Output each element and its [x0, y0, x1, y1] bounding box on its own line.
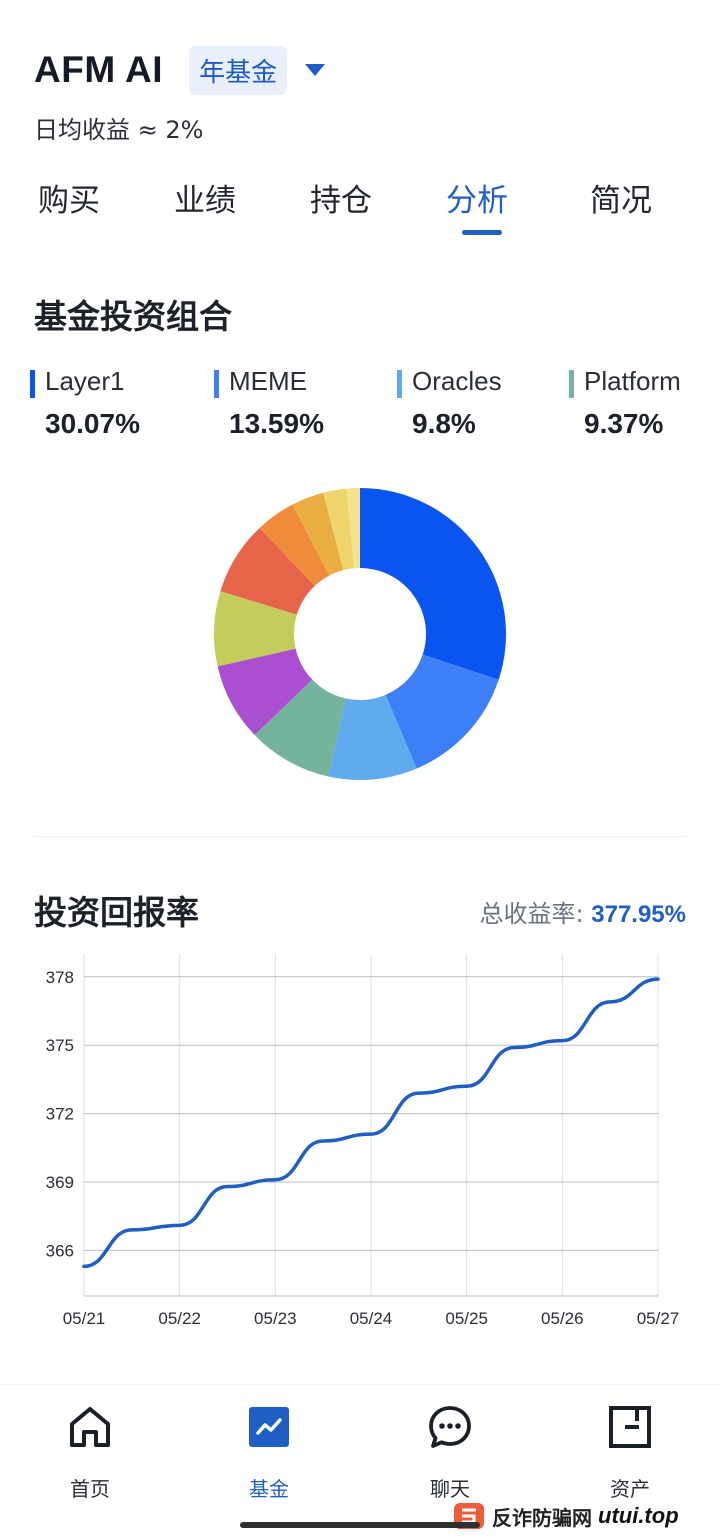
legend-label: MEME: [229, 366, 307, 396]
fund-type-selector[interactable]: 年基金: [189, 45, 288, 95]
legend-color-swatch: [30, 370, 35, 398]
tab-analysis[interactable]: 分析: [446, 176, 508, 236]
total-return-label: 总收益率:: [479, 900, 592, 928]
y-tick-label: 366: [46, 1241, 74, 1260]
watermark: 反诈防骗网 utui.top: [452, 1498, 679, 1534]
total-return-value: 377.95%: [591, 901, 686, 928]
home-icon: [70, 1407, 110, 1447]
y-tick-label: 378: [46, 968, 74, 987]
tab-overview[interactable]: 简况: [590, 176, 652, 236]
x-tick-label: 05/26: [541, 1309, 584, 1328]
legend-label: Platform: [584, 366, 681, 396]
portfolio-donut-chart: [213, 488, 506, 780]
daily-return-subtitle: 日均收益 ≈ 2%: [34, 116, 204, 144]
legend-color-swatch: [214, 370, 219, 398]
y-tick-label: 369: [46, 1173, 74, 1192]
legend-value: 9.8%: [412, 408, 476, 439]
wallet-icon: [609, 1406, 651, 1448]
nav-home[interactable]: 首页: [40, 1403, 140, 1503]
legend-value: 13.59%: [229, 408, 324, 439]
legend-label: Oracles: [412, 366, 502, 396]
x-tick-label: 05/27: [637, 1309, 680, 1328]
x-tick-label: 05/24: [350, 1309, 393, 1328]
legend-label: Layer1: [45, 366, 125, 396]
legend-value: 9.37%: [584, 408, 664, 439]
x-tick-label: 05/23: [254, 1309, 297, 1328]
nav-label: 基金: [249, 1477, 289, 1501]
returns-line-chart: 05/21 05/22 05/23 05/24 05/25 05/26 05/27 366 36…: [46, 954, 680, 1328]
tab-performance[interactable]: 业绩: [174, 176, 236, 236]
y-tick-label: 375: [46, 1036, 74, 1055]
legend-color-swatch: [397, 370, 402, 398]
title-row: AFM AI 年基金: [34, 44, 694, 96]
section-divider: [34, 836, 686, 837]
watermark-text: 反诈防骗网: [492, 1505, 592, 1530]
home-indicator: [240, 1522, 480, 1528]
tab-bar: 购买 业绩 持仓 分析 简况: [0, 176, 720, 240]
total-return: 总收益率: 377.95%: [480, 894, 686, 929]
nav-assets[interactable]: 资产: [580, 1403, 680, 1503]
x-tick-label: 05/21: [63, 1309, 106, 1328]
tab-buy[interactable]: 购买: [38, 176, 100, 236]
fund-chart-icon: [249, 1407, 289, 1447]
portfolio-title: 基金投资组合: [34, 297, 232, 336]
nav-fund[interactable]: 基金: [219, 1403, 319, 1503]
tab-holdings[interactable]: 持仓: [310, 176, 372, 236]
app-title: AFM AI: [34, 49, 164, 90]
nav-label: 首页: [70, 1477, 110, 1501]
nav-chat[interactable]: 聊天: [400, 1403, 500, 1503]
chat-icon: [429, 1406, 471, 1448]
x-tick-label: 05/22: [158, 1309, 201, 1328]
dropdown-triangle-icon[interactable]: [301, 59, 329, 81]
portfolio-legend: Layer1 30.07% MEME 13.59% Oracles 9.8% P…: [30, 366, 710, 446]
watermark-site: utui.top: [598, 1503, 679, 1528]
legend-value: 30.07%: [45, 408, 140, 439]
active-tab-indicator: [462, 230, 502, 235]
y-tick-label: 372: [46, 1105, 74, 1124]
legend-color-swatch: [569, 370, 574, 398]
returns-title: 投资回报率: [34, 893, 199, 932]
x-tick-label: 05/25: [445, 1309, 488, 1328]
header: AFM AI 年基金 日均收益 ≈ 2%: [34, 44, 694, 144]
donut-slice-layer1: [360, 488, 506, 680]
